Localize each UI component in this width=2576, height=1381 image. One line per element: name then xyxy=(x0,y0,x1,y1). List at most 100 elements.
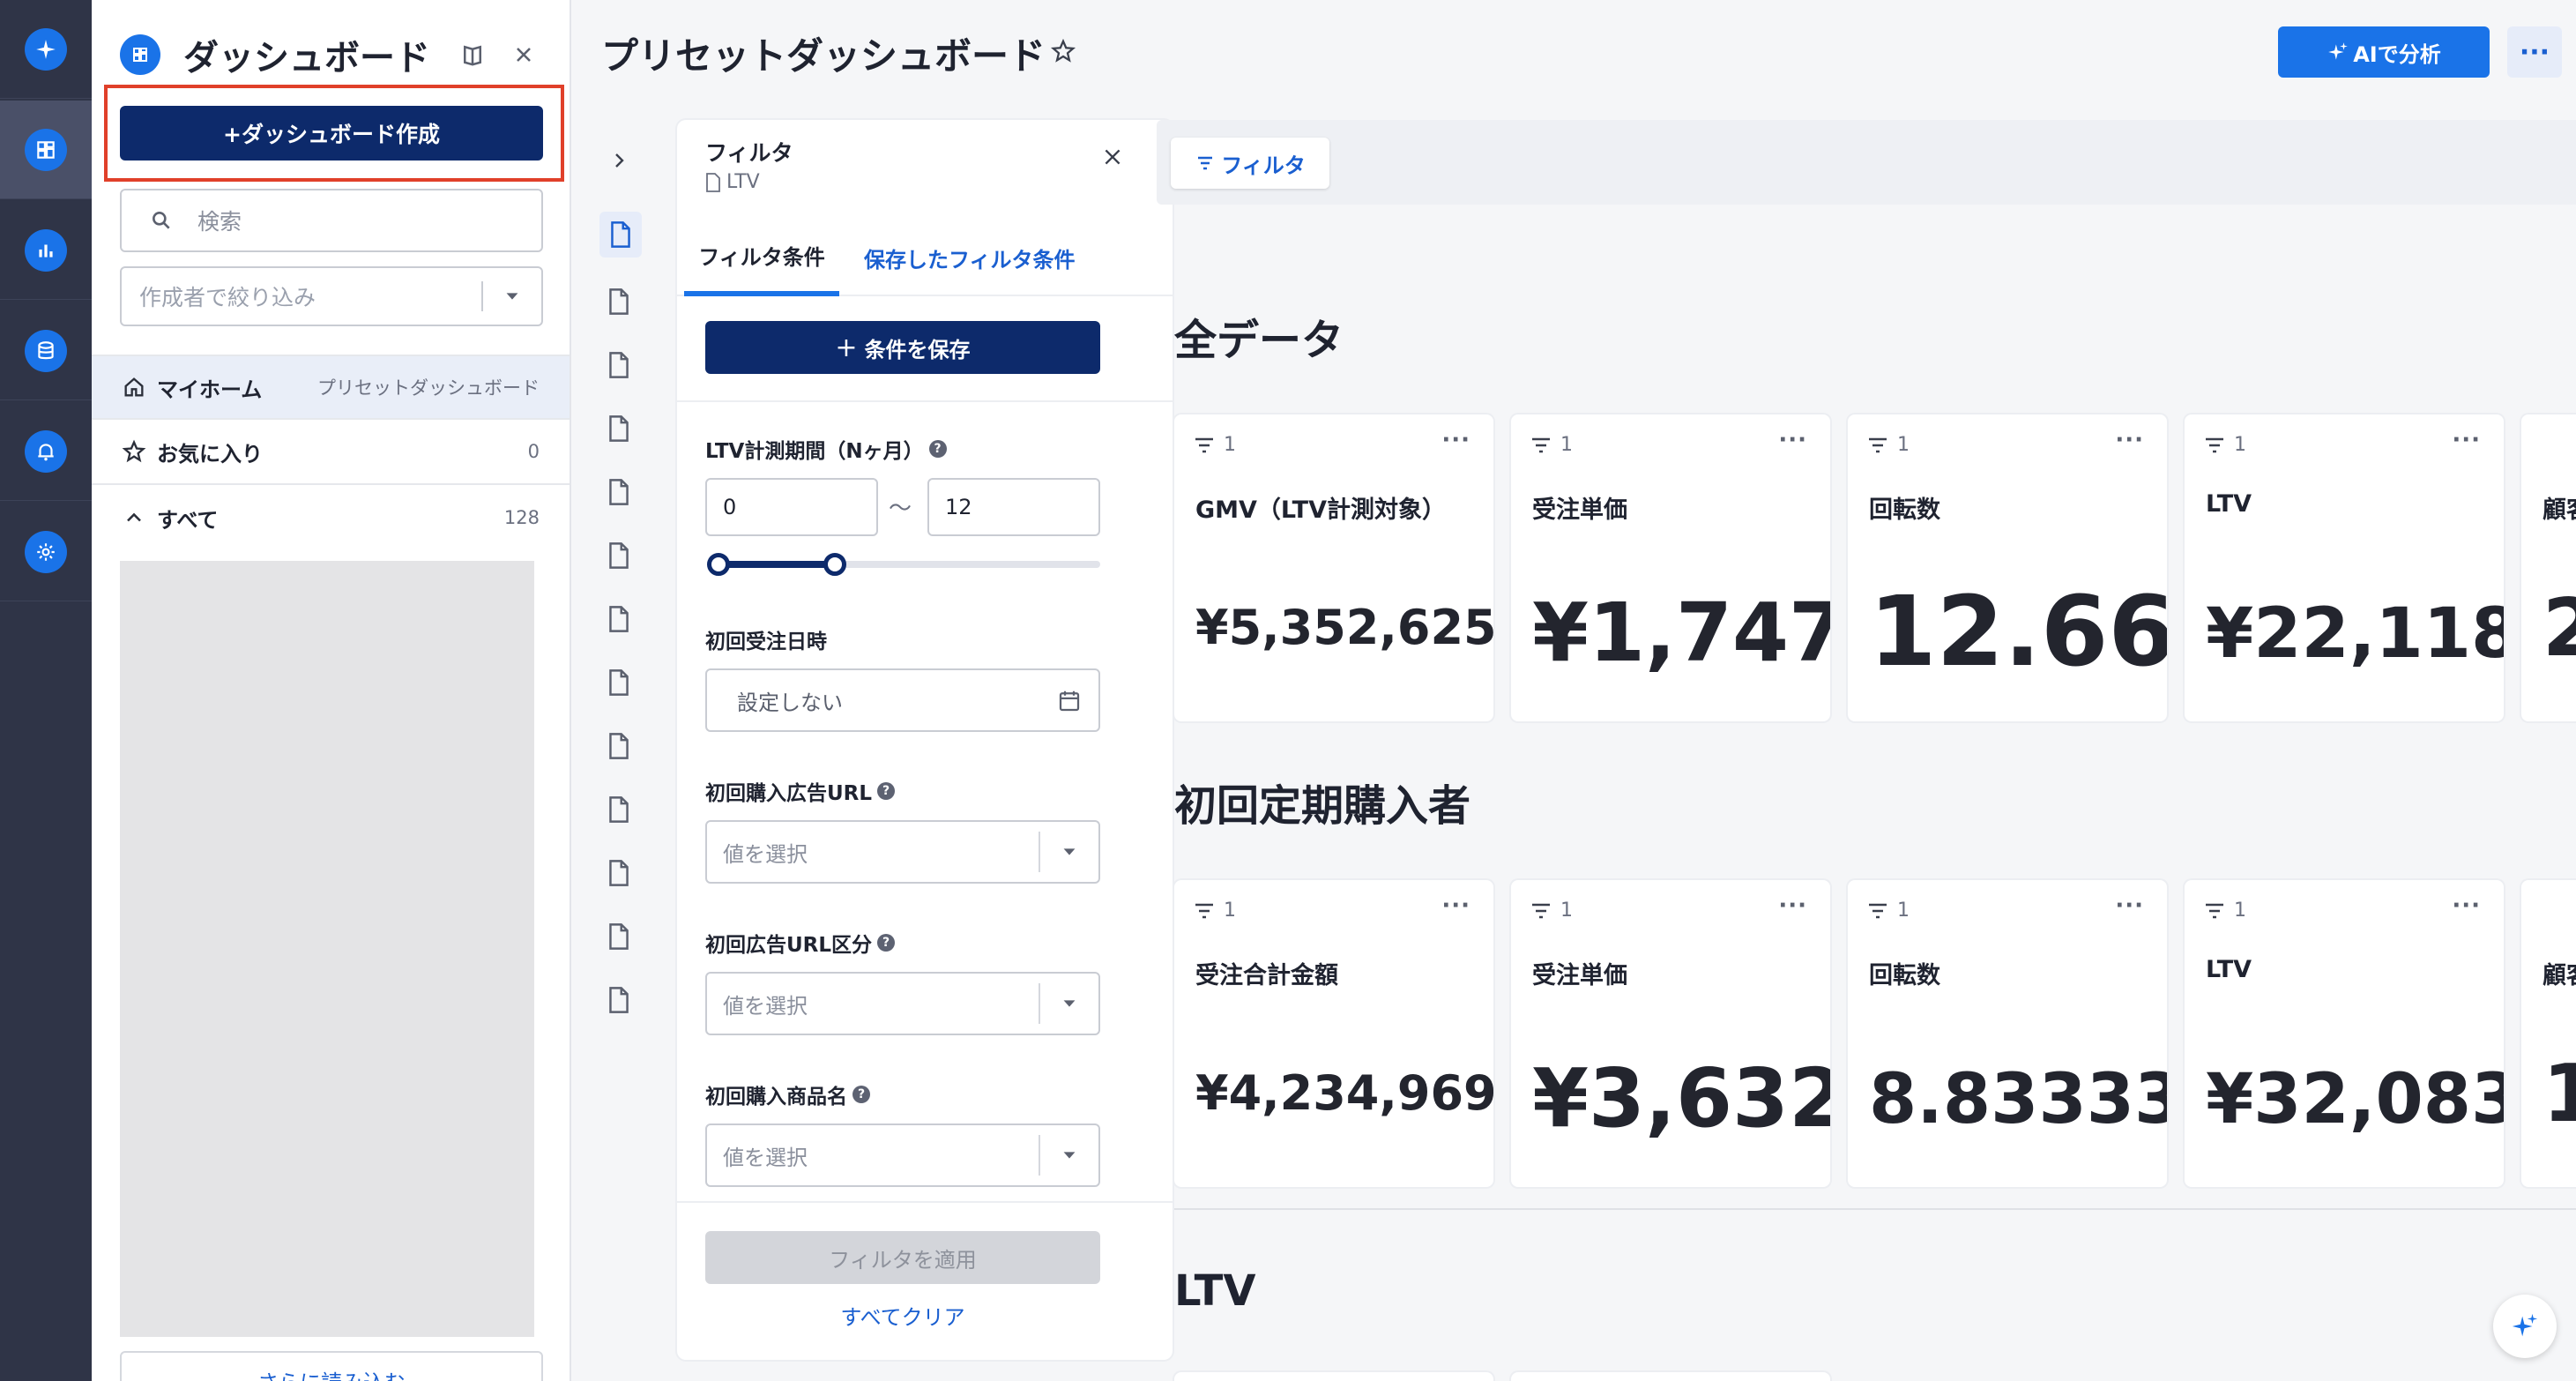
close-icon[interactable] xyxy=(1095,139,1130,175)
sparkle-icon xyxy=(25,27,67,71)
filter-panel: フィルタ LTV フィルタ条件 保存したフィルタ条件 + 条件を保存 LTV計測… xyxy=(677,120,1173,1360)
author-filter-select[interactable]: 作成者で絞り込み xyxy=(120,266,543,326)
ltv-period-min-input[interactable]: 0 xyxy=(705,478,878,536)
metric-card[interactable]: 顧客 1 xyxy=(2521,880,2576,1187)
file-icon[interactable] xyxy=(603,787,635,832)
close-icon[interactable] xyxy=(506,37,541,72)
file-icon[interactable] xyxy=(603,469,635,515)
metric-card[interactable]: 1 ··· LTV ¥22,118 xyxy=(2185,414,2504,721)
section-title-ltv: LTV xyxy=(1174,1266,1256,1316)
chevron-up-icon xyxy=(127,512,141,522)
help-icon[interactable]: ? xyxy=(852,1086,870,1103)
metric-card[interactable]: 1 ··· 回転数 12.66 xyxy=(1848,414,2167,721)
slider-handle-min[interactable] xyxy=(707,553,730,576)
metric-card[interactable]: 1 ··· 受注単価 ¥3,632 xyxy=(1511,880,1830,1187)
ai-assistant-fab[interactable] xyxy=(2493,1295,2557,1358)
create-dashboard-button[interactable]: +ダッシュボード作成 xyxy=(120,106,543,160)
sidebar-header: ダッシュボード xyxy=(120,30,541,79)
ltv-period-max-input[interactable]: 12 xyxy=(927,478,1100,536)
first-product-name-select[interactable]: 値を選択 xyxy=(705,1123,1100,1187)
load-more-button[interactable]: さらに読み込む xyxy=(120,1351,543,1381)
card-filter-count-value: 1 xyxy=(1560,434,1573,456)
card-filter-count-value: 1 xyxy=(2234,434,2246,456)
filter-icon xyxy=(1195,437,1213,452)
help-icon[interactable]: ? xyxy=(928,440,947,458)
metric-card[interactable]: 顧客 2 xyxy=(2521,414,2576,721)
card-menu-icon[interactable]: ··· xyxy=(1778,892,1807,919)
first-ad-url-select[interactable]: 値を選択 xyxy=(705,820,1100,884)
card-menu-icon[interactable]: ··· xyxy=(2452,427,2481,453)
card-menu-icon[interactable]: ··· xyxy=(2452,892,2481,919)
filter-icon xyxy=(1869,437,1887,452)
filter-icon xyxy=(1198,156,1213,170)
tab-filter-conditions[interactable]: フィルタ条件 xyxy=(684,219,839,296)
file-icon[interactable] xyxy=(603,850,635,896)
card-menu-icon[interactable]: ··· xyxy=(1778,427,1807,453)
file-icon[interactable] xyxy=(603,342,635,388)
section-title-all-data: 全データ xyxy=(1174,316,1344,365)
help-icon[interactable]: ? xyxy=(877,934,896,952)
range-separator: ～ xyxy=(889,496,912,522)
select-placeholder: 値を選択 xyxy=(723,993,808,1019)
card-label: 受注単価 xyxy=(1532,962,1627,989)
slider-handle-max[interactable] xyxy=(823,553,846,576)
metric-card[interactable]: 1 ··· LTV ¥32,083 xyxy=(2185,880,2504,1187)
gear-icon xyxy=(25,530,67,573)
file-icon[interactable] xyxy=(603,596,635,642)
search-input[interactable]: 検索 xyxy=(120,189,543,252)
rail-settings[interactable] xyxy=(0,503,92,601)
sidebar-item-favorites[interactable]: お気に入り 0 xyxy=(92,420,570,485)
rail-dashboards[interactable] xyxy=(0,101,92,199)
tab-saved-filters[interactable]: 保存したフィルタ条件 xyxy=(864,219,1076,296)
filter-icon xyxy=(1532,437,1550,452)
card-label: 顧客 xyxy=(2542,962,2576,989)
file-icon[interactable] xyxy=(603,977,635,1023)
card-menu-icon[interactable]: ··· xyxy=(2115,427,2144,453)
sidebar-item-my-home[interactable]: マイホーム プリセットダッシュボード xyxy=(92,355,570,420)
card-value: 1 xyxy=(2542,1048,2576,1140)
chevron-right-icon[interactable] xyxy=(603,143,635,178)
first-ad-url-category-select[interactable]: 値を選択 xyxy=(705,972,1100,1035)
rail-notifications[interactable] xyxy=(0,402,92,501)
first-order-date-input[interactable]: 設定しない xyxy=(705,668,1100,732)
file-icon[interactable] xyxy=(603,279,635,325)
card-filter-count-value: 1 xyxy=(1560,900,1573,922)
first-ad-url-category-label-text: 初回広告URL区分 xyxy=(705,934,873,957)
card-filter-count: 1 xyxy=(1867,434,1910,456)
first-ad-url-label: 初回購入広告URL? xyxy=(705,776,896,806)
file-icon[interactable] xyxy=(603,406,635,452)
filter-icon xyxy=(2206,903,2223,918)
save-conditions-button[interactable]: + 条件を保存 xyxy=(705,321,1100,374)
help-icon[interactable]: ? xyxy=(877,782,896,800)
file-icon xyxy=(706,172,720,192)
metric-card[interactable]: 1 ··· 受注合計金額 ¥4,234,969 xyxy=(1174,880,1493,1187)
card-menu-icon[interactable]: ··· xyxy=(1441,892,1470,919)
file-icon[interactable] xyxy=(603,914,635,959)
clear-all-link[interactable]: すべてクリア xyxy=(677,1300,1128,1331)
rail-data[interactable] xyxy=(0,302,92,400)
first-order-date-label: 初回受注日時 xyxy=(705,631,827,653)
sidebar-item-all[interactable]: すべて 128 xyxy=(92,485,570,550)
card-label: 顧客 xyxy=(2542,496,2576,524)
ai-analyze-button[interactable]: AIで分析 xyxy=(2278,26,2490,78)
rail-ai-assistant[interactable] xyxy=(0,0,92,99)
section-divider xyxy=(1174,1208,2576,1210)
rail-reports[interactable] xyxy=(0,201,92,300)
metric-card[interactable]: 1 ··· GMV（LTV計測対象） ¥5,352,625 xyxy=(1174,414,1493,721)
file-icon[interactable] xyxy=(603,533,635,579)
metric-card[interactable]: 1 ··· 回転数 8.83333 xyxy=(1848,880,2167,1187)
file-icon[interactable] xyxy=(603,723,635,769)
card-filter-count: 1 xyxy=(1194,900,1236,922)
more-options-button[interactable]: ··· xyxy=(2507,26,2562,78)
file-icon[interactable] xyxy=(603,660,635,705)
metric-card[interactable]: 1 ··· 受注単価 ¥1,747 xyxy=(1511,414,1830,721)
card-menu-icon[interactable]: ··· xyxy=(1441,427,1470,453)
apply-filter-button[interactable]: フィルタを適用 xyxy=(705,1231,1100,1284)
card-filter-count: 1 xyxy=(2204,434,2246,456)
filter-button[interactable]: フィルタ xyxy=(1171,138,1329,189)
card-menu-icon[interactable]: ··· xyxy=(2115,892,2144,919)
favorite-star-icon[interactable] xyxy=(1046,34,1081,69)
file-icon[interactable] xyxy=(599,212,642,258)
guide-book-icon[interactable] xyxy=(455,37,490,72)
card-value: 2 xyxy=(2542,582,2576,675)
